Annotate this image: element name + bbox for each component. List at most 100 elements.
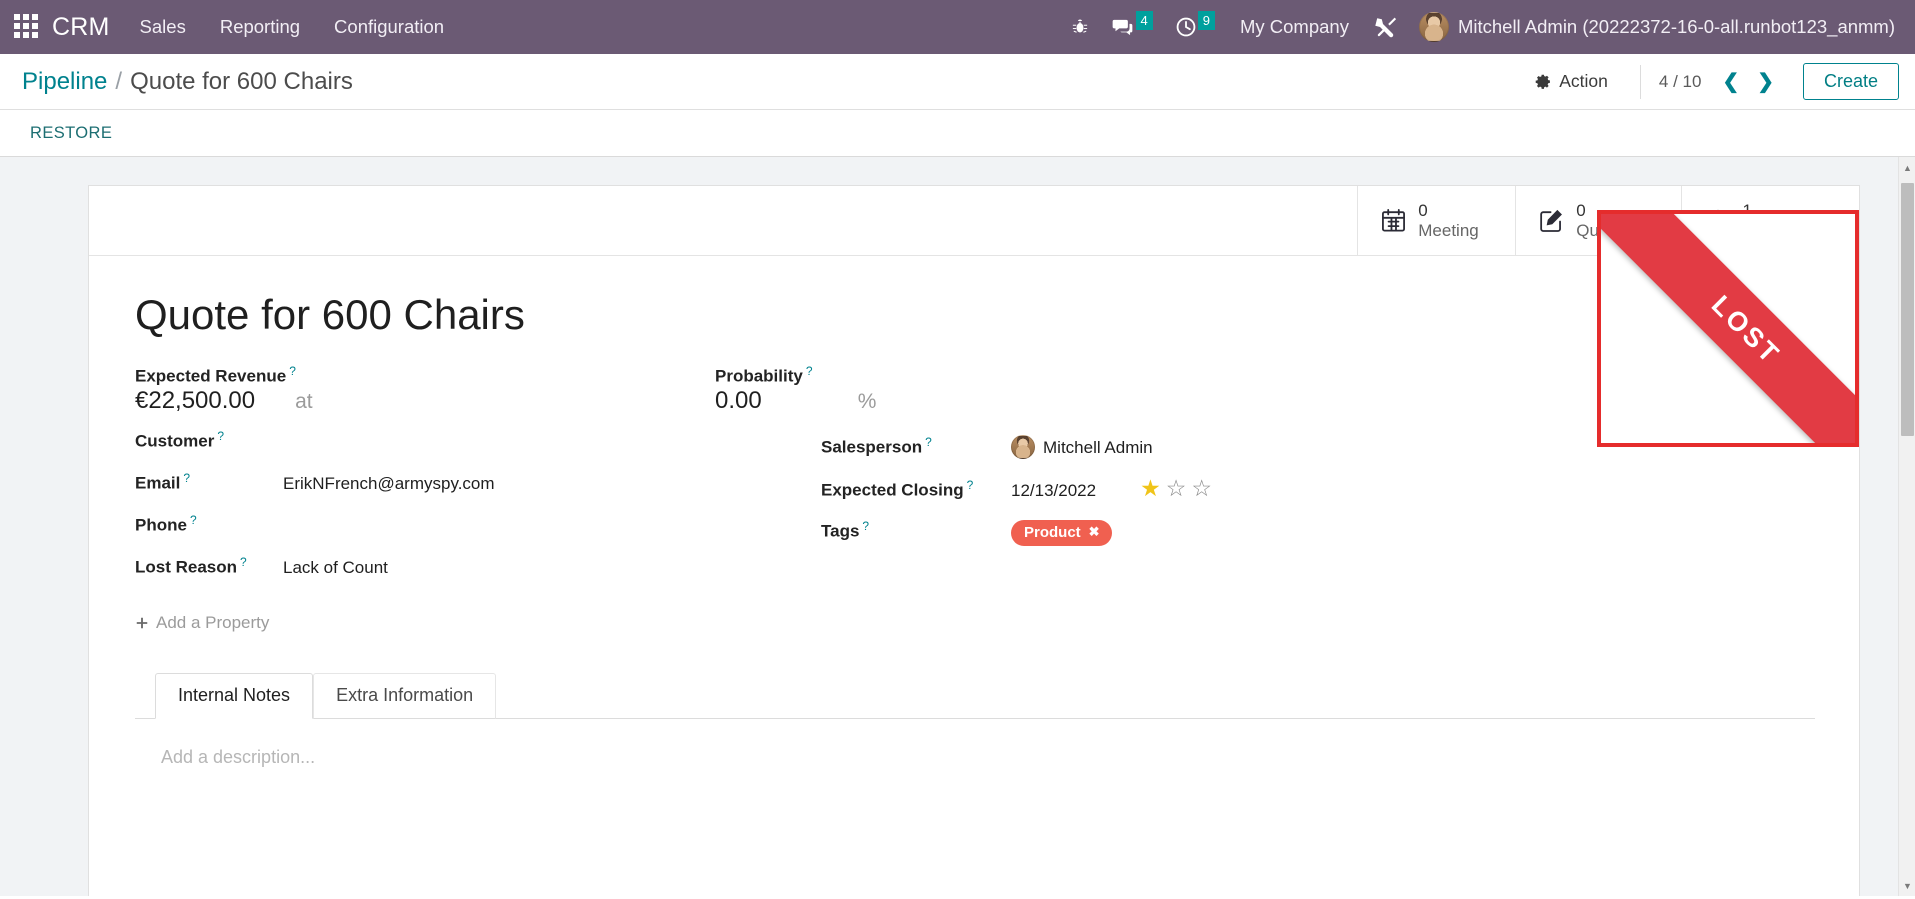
tab-internal-notes[interactable]: Internal Notes <box>155 672 314 719</box>
tag-label: Product <box>1024 523 1081 541</box>
field-expected-revenue: Expected Revenue? €22,500.00 at <box>135 364 715 415</box>
expected-revenue-at-label: at <box>295 389 313 413</box>
scroll-down-arrow-icon[interactable]: ▼ <box>1899 877 1915 894</box>
field-email-value[interactable]: ErikNFrench@armyspy.com <box>283 474 495 494</box>
debug-menu-button[interactable] <box>1060 0 1100 54</box>
salesperson-name: Mitchell Admin <box>1043 437 1153 457</box>
messages-button[interactable]: 4 <box>1100 0 1164 54</box>
restore-button[interactable]: RESTORE <box>28 120 114 147</box>
action-menu-button[interactable]: Action <box>1521 65 1622 98</box>
menu-item-reporting[interactable]: Reporting <box>218 12 302 42</box>
phone-label-text: Phone <box>135 515 187 535</box>
smart-button-meeting-label: Meeting <box>1418 220 1479 240</box>
activities-button[interactable]: 9 <box>1164 0 1226 54</box>
smart-button-meeting[interactable]: 0 Meeting <box>1357 186 1515 255</box>
field-expected-revenue-label: Expected Revenue? <box>135 364 715 387</box>
user-menu[interactable]: Mitchell Admin (20222372-16-0-all.runbot… <box>1409 12 1901 42</box>
smart-button-meeting-text: 0 Meeting <box>1418 201 1478 240</box>
field-salesperson-label: Salesperson? <box>821 435 1011 458</box>
salesperson-label-text: Salesperson <box>821 437 923 457</box>
navbar-right: 4 9 My Company Mitchell Admin (20222372-… <box>1060 0 1902 54</box>
help-icon[interactable]: ? <box>862 519 869 533</box>
smart-button-quotations[interactable]: 0 Quotations <box>1515 186 1680 255</box>
pager-counter: 4 / 10 <box>1658 71 1702 91</box>
help-icon[interactable]: ? <box>190 513 197 527</box>
description-textarea[interactable]: Add a description... <box>161 747 1789 768</box>
plus-icon <box>136 617 148 629</box>
help-icon[interactable]: ? <box>925 435 932 449</box>
help-icon[interactable]: ? <box>806 364 813 378</box>
user-name-label: Mitchell Admin (20222372-16-0-all.runbot… <box>1457 16 1895 37</box>
help-icon[interactable]: ? <box>967 478 974 492</box>
field-expected-closing-label: Expected Closing? <box>821 478 1011 501</box>
gear-icon <box>1535 74 1551 89</box>
help-icon[interactable]: ? <box>217 429 224 443</box>
priority-star-1[interactable]: ★ <box>1140 476 1161 500</box>
tag-remove-icon[interactable]: ✖ <box>1089 524 1100 540</box>
field-salesperson: Salesperson? Mitchell Admin <box>715 434 1815 471</box>
vertical-scrollbar[interactable]: ▲ ▼ <box>1898 157 1915 896</box>
field-probability-label: Probability? <box>715 364 1815 387</box>
smart-button-similar-lead-value: 1 <box>1742 200 1752 220</box>
page-title: Quote for 600 Chairs <box>135 291 525 338</box>
field-customer-label: Customer? <box>135 429 283 452</box>
priority-star-2[interactable]: ☆ <box>1166 476 1187 500</box>
tag-chip-product[interactable]: Product ✖ <box>1011 519 1112 546</box>
wrench-screwdriver-icon[interactable] <box>1363 0 1409 54</box>
control-panel-divider <box>1639 64 1641 99</box>
expected-revenue-value[interactable]: €22,500.00 <box>135 387 255 415</box>
smart-button-quotations-label: Quotations <box>1576 220 1659 240</box>
navbar-menu: Sales Reporting Configuration <box>138 12 447 42</box>
notebook-pane-internal-notes: Add a description... <box>135 719 1815 808</box>
expected-revenue-label-text: Expected Revenue <box>135 366 287 386</box>
add-property-label: Add a Property <box>156 612 270 632</box>
tags-list: Product ✖ <box>1011 519 1112 546</box>
content-area: 0 Meeting 0 Quotations 1 Similar Lead LO… <box>0 157 1915 896</box>
company-switcher[interactable]: My Company <box>1226 16 1363 38</box>
field-tags-label: Tags? <box>821 519 1011 542</box>
menu-item-sales[interactable]: Sales <box>138 12 188 42</box>
probability-unit: % <box>857 389 877 413</box>
menu-item-configuration[interactable]: Configuration <box>332 12 446 42</box>
notebook: Internal Notes Extra Information Add a d… <box>135 672 1815 808</box>
field-salesperson-value[interactable]: Mitchell Admin <box>1011 434 1153 459</box>
form-right-column: Probability? 0.00 % Salesperson? Mitchel… <box>715 364 1815 635</box>
chevron-right-icon[interactable]: ❯ <box>1750 70 1781 94</box>
field-expected-closing-value[interactable]: 12/13/2022 <box>1011 481 1096 501</box>
field-lost-reason-value[interactable]: Lack of Count <box>283 558 388 578</box>
apps-grid-icon[interactable] <box>14 14 40 40</box>
breadcrumb-pipeline[interactable]: Pipeline <box>22 68 107 96</box>
breadcrumb: Pipeline / Quote for 600 Chairs <box>22 68 353 96</box>
tab-extra-information[interactable]: Extra Information <box>313 672 497 719</box>
scrollbar-thumb[interactable] <box>1901 183 1914 436</box>
top-navbar: CRM Sales Reporting Configuration 4 9 My… <box>0 0 1915 54</box>
expected-closing-label-text: Expected Closing <box>821 480 964 500</box>
scroll-up-arrow-icon[interactable]: ▲ <box>1899 159 1915 176</box>
chevron-left-icon[interactable]: ❮ <box>1715 70 1746 94</box>
app-brand-crm[interactable]: CRM <box>52 13 110 42</box>
field-tags: Tags? Product ✖ <box>715 519 1815 555</box>
help-icon[interactable]: ? <box>183 471 190 485</box>
help-icon[interactable]: ? <box>289 364 296 378</box>
probability-label-text: Probability <box>715 366 803 386</box>
form-grid: Expected Revenue? €22,500.00 at Customer… <box>135 364 1815 635</box>
priority-star-3[interactable]: ☆ <box>1191 476 1212 500</box>
field-lost-reason: Lost Reason? Lack of Count <box>135 555 715 591</box>
probability-value[interactable]: 0.00 <box>715 387 762 415</box>
record-statusbar: RESTORE <box>0 110 1915 157</box>
create-button[interactable]: Create <box>1802 63 1899 100</box>
smart-button-quotations-text: 0 Quotations <box>1576 201 1658 240</box>
breadcrumb-current-record: Quote for 600 Chairs <box>130 67 353 95</box>
smart-button-similar-lead[interactable]: 1 Similar Lead <box>1680 186 1860 255</box>
field-probability: Probability? 0.00 % <box>715 364 1815 415</box>
record-pager: 4 / 10 ❮ ❯ <box>1659 70 1781 94</box>
add-property-button[interactable]: Add a Property <box>135 613 269 633</box>
navbar-left: CRM Sales Reporting Configuration <box>10 12 446 42</box>
notebook-tabs: Internal Notes Extra Information <box>135 672 1815 719</box>
star-icon <box>1706 209 1729 231</box>
field-email-label: Email? <box>135 471 283 494</box>
action-label: Action <box>1559 71 1608 91</box>
priority-star-rating[interactable]: ★ ☆ ☆ <box>1140 476 1212 500</box>
sheet-wrapper: 0 Meeting 0 Quotations 1 Similar Lead LO… <box>0 157 1915 896</box>
help-icon[interactable]: ? <box>240 555 247 569</box>
